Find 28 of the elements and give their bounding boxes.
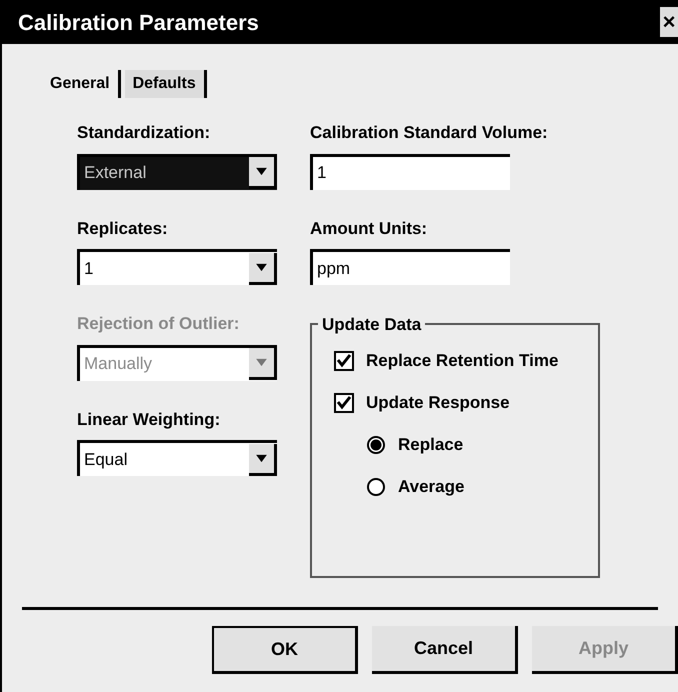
- option-label: Update Response: [366, 392, 510, 414]
- caret-icon: [249, 444, 277, 476]
- dropdown[interactable]: Equal: [77, 440, 277, 476]
- radio-button[interactable]: [366, 477, 386, 497]
- checkbox[interactable]: [334, 393, 354, 413]
- input-field[interactable]: ppm: [310, 249, 510, 285]
- close-button[interactable]: ×: [660, 7, 678, 37]
- dialog-button[interactable]: OK: [212, 626, 358, 674]
- radio-button[interactable]: [366, 435, 386, 455]
- dropdown[interactable]: 1: [77, 249, 277, 285]
- dialog-button[interactable]: Cancel: [372, 626, 518, 674]
- field-label: Amount Units:: [310, 218, 428, 240]
- dropdown[interactable]: External: [77, 154, 277, 190]
- caret-icon: [249, 157, 277, 189]
- field-label: Replicates:: [77, 218, 169, 240]
- option-label: Average: [398, 476, 464, 498]
- field-label: Calibration Standard Volume:: [310, 122, 549, 144]
- window-title: Calibration Parameters: [18, 8, 259, 36]
- option-label: Replace Retention Time: [366, 350, 558, 372]
- field-label: Standardization:: [77, 122, 212, 144]
- caret-icon: [249, 252, 277, 284]
- field-label: Linear Weighting:: [77, 408, 222, 431]
- option-label: Replace: [398, 434, 464, 456]
- field-label: Rejection of Outlier:: [77, 313, 240, 335]
- input-field[interactable]: 1: [310, 154, 510, 190]
- caret-icon: [249, 348, 277, 380]
- tab[interactable]: Defaults: [124, 70, 207, 98]
- checkbox[interactable]: [334, 351, 354, 371]
